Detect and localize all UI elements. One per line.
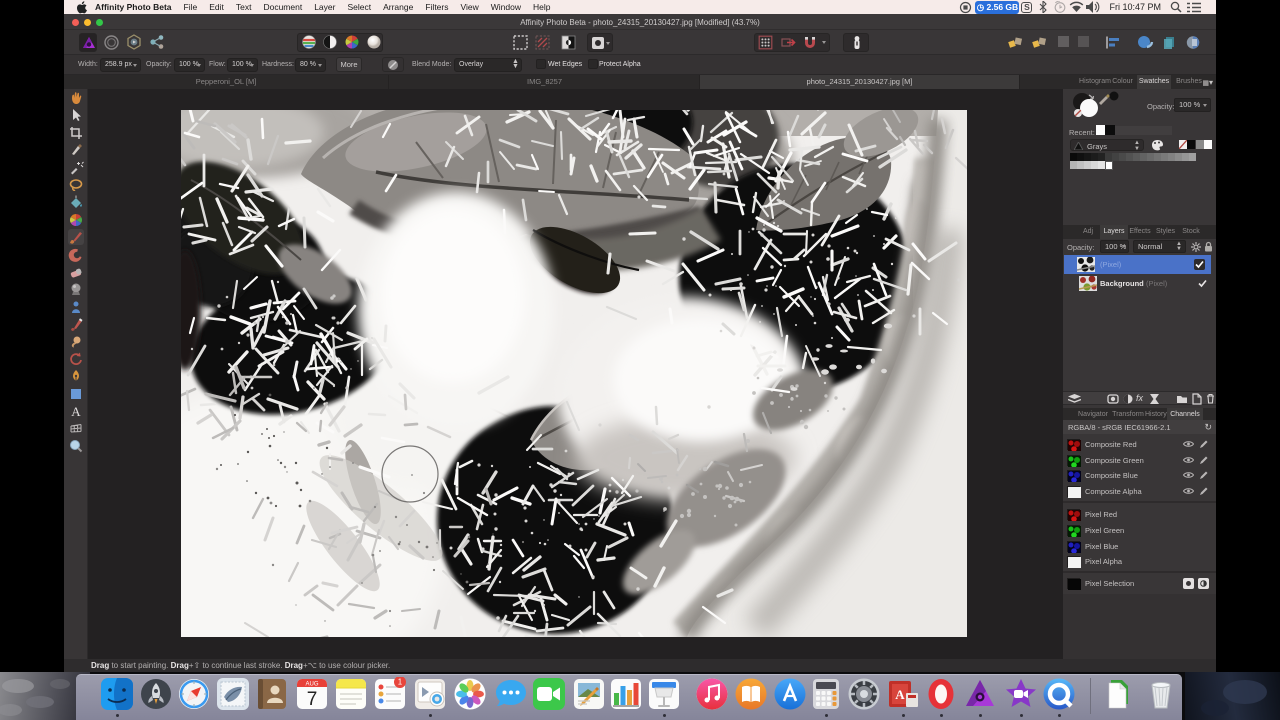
svg-text:1: 1 [398,678,403,687]
svg-text:7: 7 [307,689,318,710]
svg-text:A: A [895,687,905,702]
svg-text:AUG: AUG [305,682,318,688]
svg-text:A: A [71,404,81,419]
